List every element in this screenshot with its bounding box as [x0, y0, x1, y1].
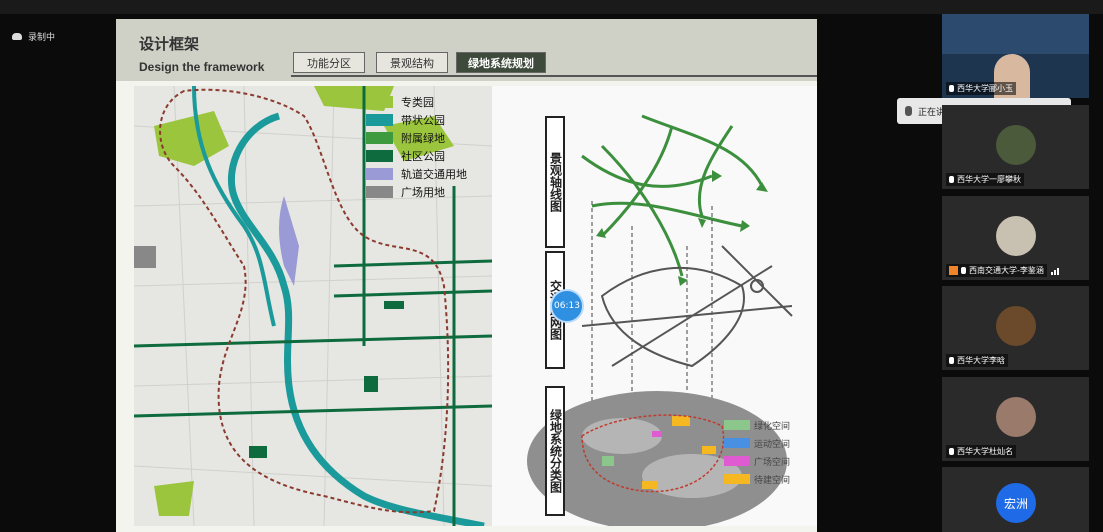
legend-swatch — [366, 114, 393, 126]
legend-swatch — [366, 96, 393, 108]
green-system-map: 专类园 带状公园 附属绿地 社区公园 轨道交通用地 广场用地 — [134, 86, 492, 526]
vertical-label-green: 绿地系统分类图 — [545, 386, 565, 516]
legend-label: 附属绿地 — [401, 132, 445, 145]
legend-label: 带状公园 — [401, 114, 445, 127]
avatar — [996, 125, 1036, 165]
sub-legend-swatch — [724, 456, 750, 466]
tab-green-system-plan[interactable]: 绿地系统规划 — [456, 52, 546, 73]
sub-legend-swatch — [724, 420, 750, 430]
recording-label: 录制中 — [28, 33, 56, 43]
legend-label: 专类园 — [401, 96, 434, 109]
legend-item: 附属绿地 — [366, 129, 467, 147]
mic-icon — [949, 85, 954, 92]
map-legend: 专类园 带状公园 附属绿地 社区公园 轨道交通用地 广场用地 — [366, 93, 467, 201]
avatar — [996, 397, 1036, 437]
vertical-label-text: 绿地系统分类图 — [548, 409, 563, 493]
participant-name-text: 西华大学杜灿名 — [957, 447, 1013, 456]
user-icon — [949, 266, 958, 275]
slide-header: 设计框架 Design the framework 功能分区 景观结构 绿地系统… — [116, 19, 817, 81]
legend-swatch — [366, 132, 393, 144]
layered-diagram: 景观轴线图 交通路网图 绿地系统分类图 绿化空间 运动空间 广场空间 待建空间 — [492, 86, 817, 531]
participant-tile[interactable]: 西华大学郦小玉 — [942, 14, 1089, 98]
video-background — [942, 14, 1089, 54]
participant-tile[interactable]: 西华大学李晗 — [942, 286, 1089, 370]
slide-title-en: Design the framework — [139, 60, 265, 74]
legend-label: 轨道交通用地 — [401, 168, 467, 181]
window-top-bar — [0, 0, 1103, 14]
sub-legend-label: 绿化空间 — [754, 421, 791, 432]
legend-swatch — [366, 186, 393, 198]
legend-item: 社区公园 — [366, 147, 467, 165]
legend-item: 专类园 — [366, 93, 467, 111]
avatar — [996, 306, 1036, 346]
sub-legend-item: 绿化空间 — [724, 416, 790, 434]
participant-tile[interactable]: 西南交通大学-李鉴涵 — [942, 196, 1089, 280]
participant-name: 西华大学杜灿名 — [946, 445, 1016, 458]
participant-name: 西华大学李晗 — [946, 354, 1008, 367]
participant-name-text: 西华大学郦小玉 — [957, 84, 1013, 93]
tab-function-zoning[interactable]: 功能分区 — [293, 52, 365, 73]
legend-swatch — [366, 150, 393, 162]
participant-name: 西华大学郦小玉 — [946, 82, 1016, 95]
mic-icon — [949, 357, 954, 364]
sub-legend-item: 待建空间 — [724, 470, 790, 488]
participant-avatar-hongzhou[interactable]: 宏洲 — [996, 483, 1036, 523]
mic-icon — [961, 267, 966, 274]
participant-name-text: 西华大学李晗 — [957, 356, 1005, 365]
slide-title-cn: 设计框架 — [139, 35, 200, 53]
participant-name-text: 西华大学一廖攀秋 — [957, 175, 1021, 184]
participant-tile[interactable]: 西华大学一廖攀秋 — [942, 105, 1089, 189]
vertical-label-text: 景观轴线图 — [548, 152, 563, 212]
legend-item: 带状公园 — [366, 111, 467, 129]
mic-icon — [949, 448, 954, 455]
mic-icon — [949, 176, 954, 183]
timer-badge[interactable]: 06:13 — [550, 289, 584, 323]
sub-legend-label: 广场空间 — [754, 457, 791, 468]
recording-indicator: 录制中 — [12, 30, 55, 43]
participant-name: 西华大学一廖攀秋 — [946, 173, 1024, 186]
tab-landscape-structure[interactable]: 景观结构 — [376, 52, 448, 73]
signal-icon — [1051, 268, 1059, 275]
participant-name-text: 西南交通大学-李鉴涵 — [969, 266, 1044, 275]
legend-item: 轨道交通用地 — [366, 165, 467, 183]
sub-legend-swatch — [724, 474, 750, 484]
legend-swatch — [366, 168, 393, 180]
participant-tile[interactable]: 西华大学杜灿名 — [942, 377, 1089, 461]
sub-legend-swatch — [724, 438, 750, 448]
avatar — [996, 216, 1036, 256]
cloud-record-icon — [12, 33, 22, 40]
vertical-label-axis: 景观轴线图 — [545, 116, 565, 248]
mic-icon — [905, 106, 912, 116]
sub-legend: 绿化空间 运动空间 广场空间 待建空间 — [724, 416, 790, 488]
sub-legend-item: 广场空间 — [724, 452, 790, 470]
shared-slide: 设计框架 Design the framework 功能分区 景观结构 绿地系统… — [116, 19, 817, 532]
legend-label: 社区公园 — [401, 150, 445, 163]
participant-name: 西南交通大学-李鉴涵 — [946, 264, 1047, 277]
sub-legend-label: 运动空间 — [754, 439, 791, 450]
legend-label: 广场用地 — [401, 186, 445, 199]
sub-legend-item: 运动空间 — [724, 434, 790, 452]
sub-legend-label: 待建空间 — [754, 475, 791, 486]
legend-item: 广场用地 — [366, 183, 467, 201]
tab-underline — [291, 75, 817, 77]
